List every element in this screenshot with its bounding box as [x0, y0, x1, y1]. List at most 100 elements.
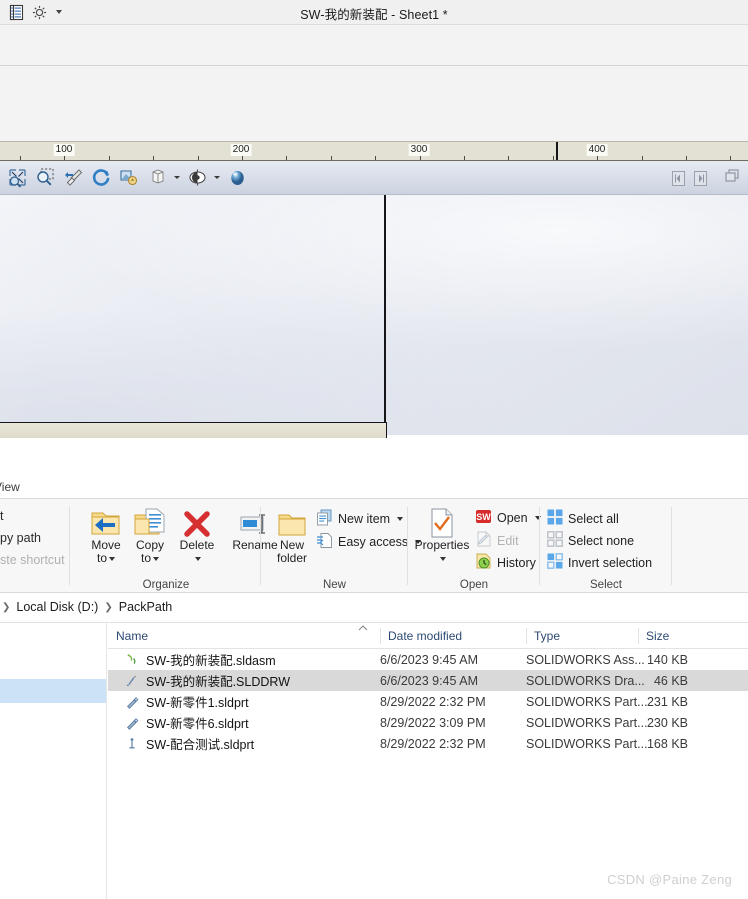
display-style-button[interactable]: [185, 165, 210, 190]
new-folder-button[interactable]: New folder: [266, 505, 318, 565]
file-size: 140 KB: [646, 652, 688, 667]
ruler-tick: [153, 156, 154, 160]
file-explorer-window: View t py path ste shortcut Move: [0, 470, 748, 899]
group-label-organize: Organize: [142, 579, 190, 591]
next-view-button[interactable]: [694, 171, 707, 186]
select-all-button[interactable]: Select all: [547, 509, 619, 528]
solidworks-graphics-area[interactable]: [0, 195, 748, 435]
breadcrumb-item-packpath[interactable]: PackPath: [119, 600, 173, 614]
chevron-down-icon[interactable]: [174, 176, 180, 179]
edit-icon: [475, 531, 492, 550]
ribbon-group-clipboard: t py path ste shortcut: [0, 499, 69, 594]
tab-view[interactable]: View: [0, 480, 20, 494]
restore-button[interactable]: [725, 169, 740, 188]
file-date: 8/29/2022 2:32 PM: [380, 736, 486, 751]
zoom-in-out-button[interactable]: [61, 165, 86, 190]
chevron-down-icon[interactable]: [214, 176, 220, 179]
file-date: 8/29/2022 3:09 PM: [380, 715, 486, 730]
svg-text:SW: SW: [476, 512, 491, 522]
nav-item-selected[interactable]: [0, 679, 106, 703]
ribbon-tab-strip: View: [0, 478, 20, 500]
table-row[interactable]: SW-配合测试.sldprt 8/29/2022 2:32 PM SOLIDWO…: [108, 733, 748, 754]
file-size: 168 KB: [646, 736, 688, 751]
ruler-tick: [198, 156, 199, 160]
invert-selection-button[interactable]: Invert selection: [547, 553, 652, 572]
column-size[interactable]: Size: [638, 623, 748, 649]
select-none-button[interactable]: Select none: [547, 531, 634, 550]
ribbon-group-organize: Move to Copy to Delete Rename Organize: [72, 499, 278, 594]
solidworks-view-toolbar: [0, 161, 748, 195]
delete-icon: [168, 505, 226, 539]
ruler-tick: [375, 156, 376, 160]
zoom-to-fit-button[interactable]: [5, 165, 30, 190]
new-item-icon: [316, 509, 333, 529]
breadcrumb-item-local-disk[interactable]: Local Disk (D:): [16, 600, 98, 614]
column-name[interactable]: Name: [108, 623, 380, 649]
horizontal-ruler: 100 200 300 400: [0, 141, 748, 161]
properties-button[interactable]: Properties: [411, 505, 473, 565]
address-bar[interactable]: ❯ Local Disk (D:) ❯ PackPath: [0, 596, 748, 622]
copy-path-command[interactable]: py path: [0, 531, 41, 545]
properties-icon: [411, 505, 473, 539]
chevron-down-icon[interactable]: [153, 556, 159, 561]
chevron-down-icon[interactable]: [397, 517, 404, 521]
file-date: 6/6/2023 9:45 AM: [380, 673, 478, 688]
open-button[interactable]: SW Open: [475, 509, 541, 527]
drawing-sheet-bottom-strip: [0, 422, 387, 438]
solidworks-empty-area: [0, 25, 748, 141]
column-date-modified[interactable]: Date modified: [380, 623, 526, 649]
delete-button[interactable]: Delete: [168, 505, 226, 565]
column-name-label: Name: [116, 629, 149, 643]
cut-command[interactable]: t: [0, 509, 3, 523]
solidworks-assembly-icon: [124, 652, 140, 668]
zoom-to-area-button[interactable]: [33, 165, 58, 190]
select-all-icon: [547, 509, 563, 528]
new-item-menu[interactable]: New item: [316, 509, 404, 529]
drawing-sheet-border: [0, 195, 386, 433]
view-orientation-button[interactable]: [145, 165, 170, 190]
history-icon: [475, 553, 492, 572]
group-separator: [260, 507, 261, 585]
ruler-label: 400: [586, 144, 608, 156]
previous-view-button[interactable]: [672, 171, 685, 186]
group-label-new: New: [322, 579, 346, 591]
breadcrumb: ❯ Local Disk (D:) ❯ PackPath: [2, 600, 172, 614]
invert-selection-icon: [547, 553, 563, 572]
chevron-right-icon[interactable]: ❯: [2, 602, 10, 613]
ribbon: t py path ste shortcut Move to Copy to D…: [0, 498, 748, 593]
file-list[interactable]: SW-我的新装配.sldasm 6/6/2023 9:45 AM SOLIDWO…: [108, 649, 748, 899]
new-folder-label-2: folder: [276, 551, 308, 565]
move-to-label-1: Move: [91, 538, 121, 552]
chevron-down-icon[interactable]: [195, 556, 201, 561]
history-button[interactable]: History: [475, 553, 536, 572]
ruler-label: 300: [408, 144, 430, 156]
table-row[interactable]: SW-新零件1.sldprt 8/29/2022 2:32 PM SOLIDWO…: [108, 691, 748, 712]
easy-access-menu[interactable]: Easy access: [316, 532, 422, 552]
pan-button[interactable]: [117, 165, 142, 190]
column-size-label: Size: [646, 629, 670, 643]
rotate-view-button[interactable]: [89, 165, 114, 190]
column-type[interactable]: Type: [526, 623, 638, 649]
edit-label: Edit: [497, 533, 519, 548]
chevron-down-icon[interactable]: [440, 556, 446, 561]
column-header-row: Name Date modified Type Size: [108, 623, 748, 649]
table-row[interactable]: SW-我的新装配.sldasm 6/6/2023 9:45 AM SOLIDWO…: [108, 649, 748, 670]
file-date: 8/29/2022 2:32 PM: [380, 694, 486, 709]
properties-label: Properties: [414, 538, 470, 552]
chevron-right-icon[interactable]: ❯: [104, 602, 112, 613]
apply-scene-button[interactable]: [225, 165, 250, 190]
history-label: History: [497, 555, 536, 570]
file-size: 231 KB: [646, 694, 688, 709]
navigation-pane[interactable]: [0, 623, 107, 899]
ribbon-group-select: Select all Select none Invert selection …: [541, 499, 671, 594]
table-row[interactable]: SW-我的新装配.SLDDRW 6/6/2023 9:45 AM SOLIDWO…: [108, 670, 748, 691]
edit-button: Edit: [475, 531, 519, 550]
chevron-down-icon[interactable]: [109, 556, 115, 561]
copy-to-label-2: to: [140, 551, 151, 565]
solidworks-titlebar: SW-我的新装配 - Sheet1 *: [0, 0, 748, 25]
invert-selection-label: Invert selection: [568, 555, 653, 570]
table-row[interactable]: SW-新零件6.sldprt 8/29/2022 3:09 PM SOLIDWO…: [108, 712, 748, 733]
new-item-label: New item: [338, 512, 391, 526]
ribbon-group-new: New folder New item Easy access New: [262, 499, 422, 594]
solidworks-part-icon: [124, 694, 140, 710]
